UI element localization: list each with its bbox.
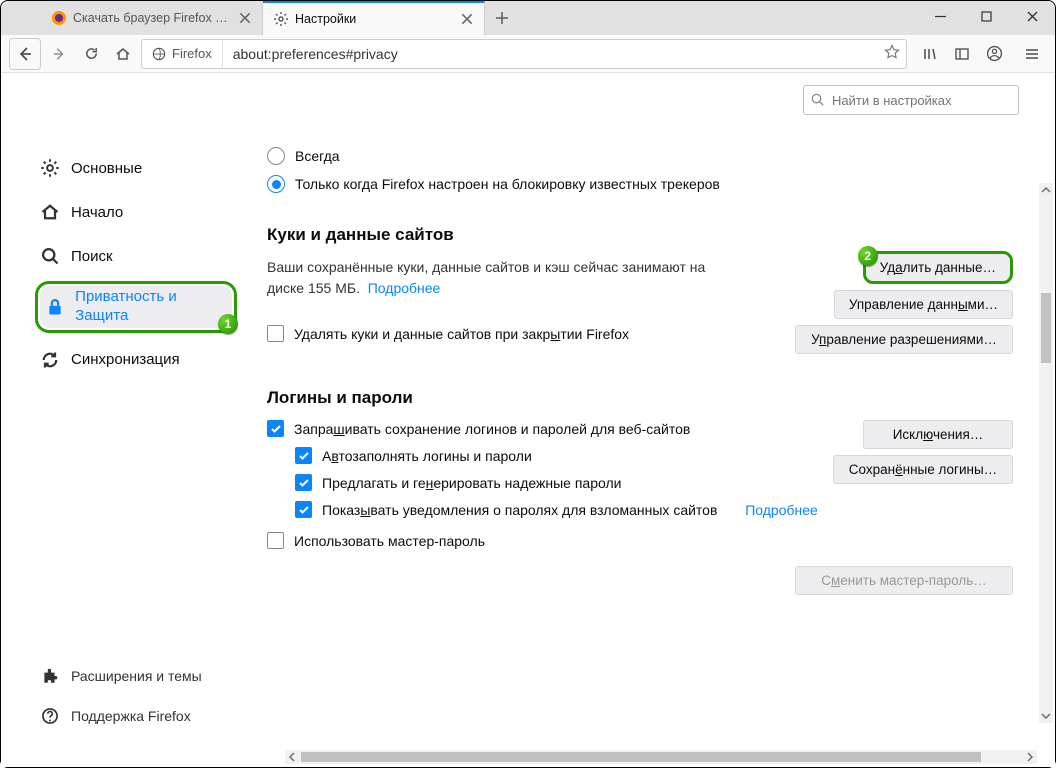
reload-button[interactable] xyxy=(77,40,105,68)
scroll-left-icon[interactable] xyxy=(285,750,299,764)
library-button[interactable] xyxy=(915,40,945,68)
use-master-password-checkbox[interactable]: Использовать мастер-пароль xyxy=(267,532,1021,549)
close-icon[interactable] xyxy=(238,11,252,25)
content-blocking-option-always[interactable]: Всегда xyxy=(267,147,1021,165)
navigation-toolbar: Firefox about:preferences#privacy xyxy=(1,35,1055,73)
horizontal-scrollbar[interactable] xyxy=(285,750,1037,764)
cookies-learn-more-link[interactable]: Подробнее xyxy=(368,280,441,296)
checkbox-label: Использовать мастер-пароль xyxy=(294,533,485,549)
checkbox-label: Удалять куки и данные сайтов при закрыти… xyxy=(294,326,629,342)
identity-label: Firefox xyxy=(172,46,212,61)
preferences-sidebar: Основные Начало Поиск Приватность и Защи… xyxy=(35,101,237,767)
checkbox-icon xyxy=(295,474,312,491)
manage-data-button[interactable]: Управление данными… xyxy=(834,290,1013,319)
checkbox-label: Автозаполнять логины и пароли xyxy=(322,448,532,464)
tab-settings[interactable]: Настройки xyxy=(263,1,485,35)
tab-strip: Скачать браузер Firefox для ко Настройки xyxy=(1,1,1055,35)
window-maximize-button[interactable] xyxy=(963,1,1009,31)
manage-permissions-button[interactable]: Управление разрешениями… xyxy=(795,325,1013,354)
saved-logins-button[interactable]: Сохранённые логины… xyxy=(833,455,1013,484)
checkbox-label: Предлагать и генерировать надежные парол… xyxy=(322,475,621,491)
section-heading-logins: Логины и пароли xyxy=(267,388,1021,408)
checkbox-icon xyxy=(295,447,312,464)
sidebar-item-label: Приватность и Защита xyxy=(75,288,228,326)
url-bar[interactable]: Firefox about:preferences#privacy xyxy=(141,39,907,69)
callout-badge-1: 1 xyxy=(218,314,238,334)
gear-icon xyxy=(39,157,61,179)
app-menu-button[interactable] xyxy=(1017,40,1047,68)
sidebar-item-label: Начало xyxy=(71,204,123,221)
home-icon xyxy=(39,201,61,223)
sidebar-item-support[interactable]: Поддержка Firefox xyxy=(35,697,210,735)
help-icon xyxy=(39,705,61,727)
sidebar-item-label: Поиск xyxy=(71,248,113,265)
sidebar-item-search[interactable]: Поиск xyxy=(35,237,237,275)
identity-box[interactable]: Firefox xyxy=(142,40,223,68)
checkbox-icon xyxy=(295,501,312,518)
sync-icon xyxy=(39,349,61,371)
tab-title: Настройки xyxy=(295,12,454,26)
forward-button[interactable] xyxy=(45,40,73,68)
radio-icon xyxy=(267,175,285,193)
window-minimize-button[interactable] xyxy=(917,1,963,31)
sidebar-item-label: Поддержка Firefox xyxy=(71,708,191,724)
url-text: about:preferences#privacy xyxy=(223,46,884,62)
new-tab-button[interactable] xyxy=(485,1,519,35)
firefox-brand-icon xyxy=(152,47,166,61)
sidebar-button[interactable] xyxy=(947,40,977,68)
radio-icon xyxy=(267,147,285,165)
sidebar-item-home[interactable]: Начало xyxy=(35,193,237,231)
scroll-down-icon[interactable] xyxy=(1039,709,1053,723)
checkbox-label: Запрашивать сохранение логинов и паролей… xyxy=(294,421,690,437)
radio-label: Всегда xyxy=(295,148,340,164)
scroll-right-icon[interactable] xyxy=(1023,750,1037,764)
breach-alerts-checkbox[interactable]: Показывать уведомления о паролях для взл… xyxy=(295,501,1021,518)
bookmark-star-icon[interactable] xyxy=(884,44,900,63)
sidebar-item-sync[interactable]: Синхронизация xyxy=(35,341,237,379)
lock-icon xyxy=(44,296,65,318)
search-icon xyxy=(39,245,61,267)
home-button[interactable] xyxy=(109,40,137,68)
cookies-description: Ваши сохранённые куки, данные сайтов и к… xyxy=(267,257,707,299)
section-heading-cookies: Куки и данные сайтов xyxy=(267,225,1021,245)
puzzle-icon xyxy=(39,665,61,687)
account-button[interactable] xyxy=(979,40,1009,68)
sidebar-item-general[interactable]: Основные xyxy=(35,149,237,187)
close-icon[interactable] xyxy=(460,12,474,26)
sidebar-item-privacy[interactable]: Приватность и Защита 1 xyxy=(35,281,237,333)
checkbox-label: Показывать уведомления о паролях для взл… xyxy=(322,502,717,518)
breach-learn-more-link[interactable]: Подробнее xyxy=(745,502,818,518)
clear-data-button[interactable]: 2 Удалить данные… xyxy=(863,251,1013,284)
change-master-password-button: Сменить мастер-пароль… xyxy=(795,566,1013,595)
content-blocking-option-trackers[interactable]: Только когда Firefox настроен на блокиро… xyxy=(267,175,1021,193)
radio-label: Только когда Firefox настроен на блокиро… xyxy=(295,176,720,192)
sidebar-item-extensions[interactable]: Расширения и темы xyxy=(35,657,210,695)
checkbox-icon xyxy=(267,420,284,437)
callout-badge-2: 2 xyxy=(858,246,878,266)
scroll-up-icon[interactable] xyxy=(1039,183,1053,197)
tab-title: Скачать браузер Firefox для ко xyxy=(73,11,232,25)
preferences-main-panel: Всегда Только когда Firefox настроен на … xyxy=(247,101,1021,767)
exceptions-button[interactable]: Исключения… xyxy=(863,420,1013,449)
scrollbar-thumb[interactable] xyxy=(1041,293,1051,363)
window-close-button[interactable] xyxy=(1009,1,1055,31)
scrollbar-thumb[interactable] xyxy=(301,752,981,762)
vertical-scrollbar[interactable] xyxy=(1039,183,1053,723)
back-button[interactable] xyxy=(9,38,41,70)
sidebar-item-label: Расширения и темы xyxy=(71,668,202,684)
tab-download-firefox[interactable]: Скачать браузер Firefox для ко xyxy=(41,1,263,35)
sidebar-item-label: Синхронизация xyxy=(71,351,180,368)
gear-icon xyxy=(273,11,289,27)
sidebar-item-label: Основные xyxy=(71,160,142,177)
checkbox-icon xyxy=(267,532,284,549)
firefox-icon xyxy=(51,10,67,26)
checkbox-icon xyxy=(267,325,284,342)
